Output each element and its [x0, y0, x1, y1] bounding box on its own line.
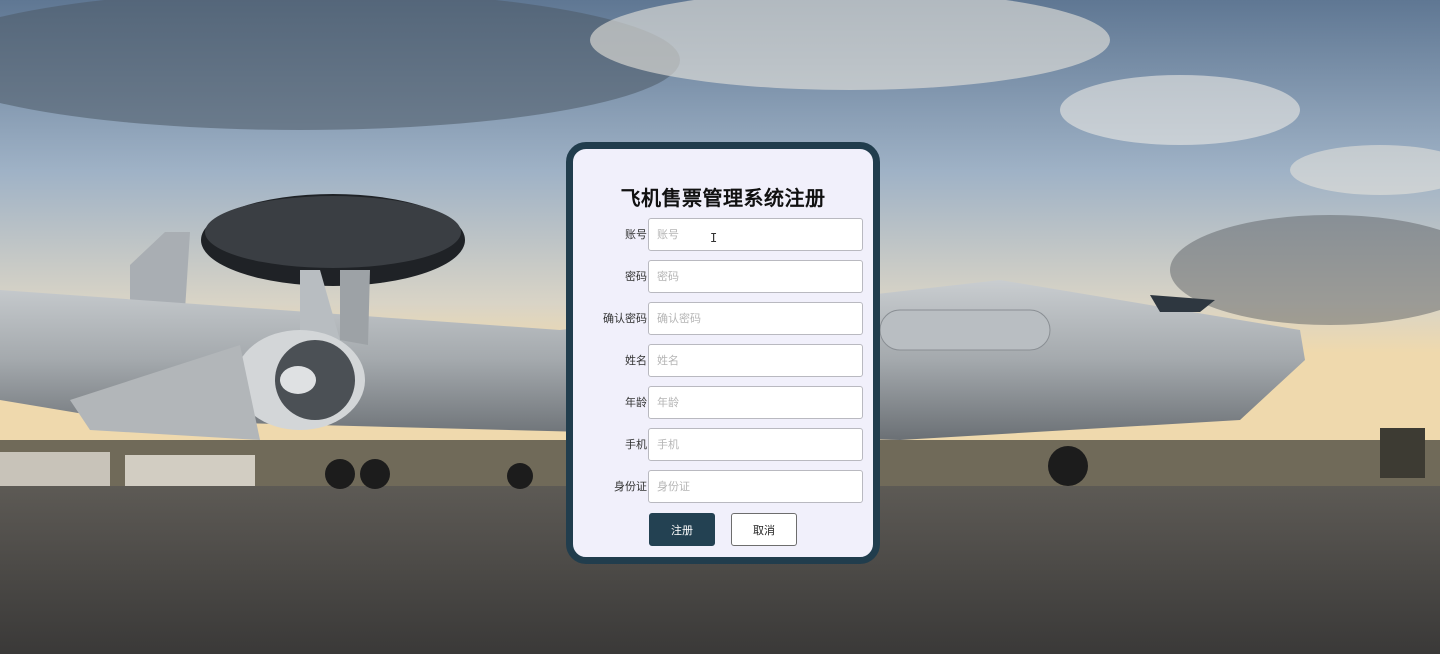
register-card: 飞机售票管理系统注册 账号 密码 确认密码 姓名 年龄 手机 身份证 注册 取消… [566, 142, 880, 564]
register-button[interactable]: 注册 [649, 513, 715, 546]
account-label: 账号 [625, 228, 647, 241]
form-row-phone: 手机 [573, 428, 873, 461]
phone-input[interactable] [648, 428, 863, 461]
name-input[interactable] [648, 344, 863, 377]
account-input[interactable] [648, 218, 863, 251]
page-title: 飞机售票管理系统注册 [620, 186, 826, 210]
id-card-input[interactable] [648, 470, 863, 503]
form-row-name: 姓名 [573, 344, 873, 377]
id-card-label: 身份证 [614, 480, 647, 493]
form-row-confirm-password: 确认密码 [573, 302, 873, 335]
password-label: 密码 [625, 270, 647, 283]
text-cursor-icon: I [710, 231, 718, 245]
age-input[interactable] [648, 386, 863, 419]
confirm-password-input[interactable] [648, 302, 863, 335]
phone-label: 手机 [625, 438, 647, 451]
form-row-age: 年龄 [573, 386, 873, 419]
confirm-password-label: 确认密码 [603, 312, 647, 325]
form-row-account: 账号 [573, 218, 873, 251]
form-row-password: 密码 [573, 260, 873, 293]
cancel-button[interactable]: 取消 [731, 513, 797, 546]
form-row-id-card: 身份证 [573, 470, 873, 503]
age-label: 年龄 [625, 396, 647, 409]
name-label: 姓名 [625, 354, 647, 367]
password-input[interactable] [648, 260, 863, 293]
